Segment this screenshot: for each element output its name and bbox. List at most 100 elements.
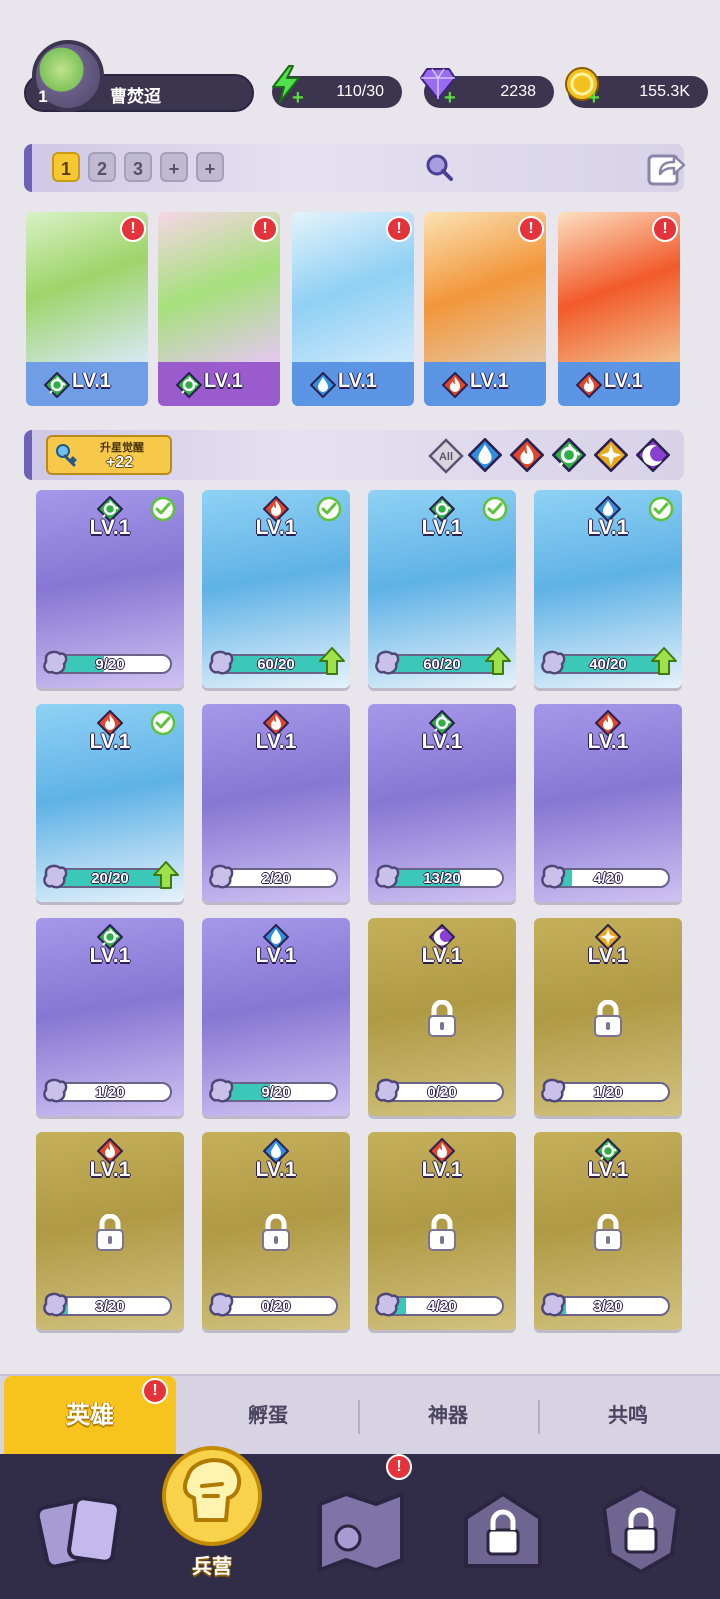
hero-card[interactable]: LV.1 20/20 xyxy=(36,704,184,902)
team-slot-add-2[interactable]: + xyxy=(196,152,224,182)
hero-alert-badge: ! xyxy=(518,216,544,242)
hero-level: LV.1 xyxy=(587,1158,629,1181)
nav-barracks[interactable]: 兵营 xyxy=(152,1434,272,1584)
lock-icon xyxy=(592,999,624,1038)
team-slot-3[interactable]: 3 xyxy=(124,152,152,182)
add-coin-icon[interactable]: + xyxy=(588,88,600,108)
filter-all-label: All xyxy=(439,451,453,463)
hero-card[interactable]: LV.1 9/20 xyxy=(202,918,350,1116)
filter-water-button[interactable] xyxy=(467,437,504,476)
checkmark-icon xyxy=(150,496,176,522)
shard-icon xyxy=(372,1290,402,1320)
hero-card[interactable]: LV.1 4/20 xyxy=(368,1132,516,1330)
filter-fire-button[interactable] xyxy=(509,437,546,476)
lock-icon xyxy=(260,1213,292,1252)
nav-locked-building[interactable] xyxy=(448,1474,558,1584)
add-energy-icon[interactable]: + xyxy=(292,88,304,108)
coin-counter[interactable]: + 155.3K xyxy=(565,67,708,108)
tab-resonance[interactable]: 共鸣 xyxy=(542,1376,714,1456)
hero-card[interactable]: LV.1 4/20 xyxy=(534,704,682,902)
checkmark-icon xyxy=(150,710,176,736)
hero-card[interactable]: LV.1 60/20 xyxy=(368,490,516,688)
shard-icon xyxy=(206,648,236,678)
team-hero-card[interactable]: LV.1 ! xyxy=(158,212,280,406)
search-icon[interactable] xyxy=(424,152,454,182)
team-hero-card[interactable]: LV.1 ! xyxy=(424,212,546,406)
shard-icon xyxy=(372,1076,402,1106)
hero-card[interactable]: LV.1 40/20 xyxy=(534,490,682,688)
team-hero-card[interactable]: LV.1 ! xyxy=(558,212,680,406)
locked-building-icon xyxy=(464,1492,542,1568)
team-slot-add-1[interactable]: + xyxy=(160,152,188,182)
nav-cards[interactable] xyxy=(28,1474,138,1584)
hero-card[interactable]: LV.1 9/20 xyxy=(36,490,184,688)
hero-level: LV.1 xyxy=(89,1158,131,1181)
fire-element-icon xyxy=(509,437,545,476)
hero-card[interactable]: LV.1 2/20 xyxy=(202,704,350,902)
hero-card[interactable]: LV.1 0/20 xyxy=(368,918,516,1116)
hero-level: LV.1 xyxy=(204,370,243,392)
hero-alert-badge: ! xyxy=(252,216,278,242)
shard-icon xyxy=(206,862,236,892)
hero-level: LV.1 xyxy=(255,730,297,753)
upgrade-arrow-icon xyxy=(152,860,180,890)
coin-value: 155.3K xyxy=(639,83,690,100)
hero-card[interactable]: LV.1 60/20 xyxy=(202,490,350,688)
hero-card[interactable]: LV.1 3/20 xyxy=(534,1132,682,1330)
gem-value: 2238 xyxy=(500,83,536,100)
fire-element-icon xyxy=(441,371,469,399)
share-icon[interactable] xyxy=(646,148,686,188)
hero-level: LV.1 xyxy=(421,730,463,753)
hero-card[interactable]: LV.1 0/20 xyxy=(202,1132,350,1330)
hero-level: LV.1 xyxy=(255,944,297,967)
top-bar: 1 曹焚迢 + 110/30 + 2238 + 155.3K xyxy=(0,0,720,130)
fire-element-icon xyxy=(575,371,603,399)
shard-icon xyxy=(40,1290,70,1320)
filter-all-button[interactable]: All xyxy=(428,438,464,474)
filter-nature-button[interactable] xyxy=(551,437,588,476)
team-slot-1[interactable]: 1 xyxy=(52,152,80,182)
hero-alert-badge: ! xyxy=(120,216,146,242)
hero-level: LV.1 xyxy=(89,944,131,967)
hero-alert-badge: ! xyxy=(652,216,678,242)
player-name: 曹焚迢 xyxy=(110,87,161,106)
player-profile[interactable]: 1 曹焚迢 xyxy=(24,40,254,114)
hero-card[interactable]: LV.1 1/20 xyxy=(36,918,184,1116)
nav-map[interactable]: ! xyxy=(306,1454,416,1584)
tab-heroes-alert-badge: ! xyxy=(142,1378,168,1404)
hero-card[interactable]: LV.1 1/20 xyxy=(534,918,682,1116)
player-level: 1 xyxy=(38,87,48,106)
nature-element-icon xyxy=(551,437,587,476)
add-gem-icon[interactable]: + xyxy=(444,88,456,108)
team-hero-card[interactable]: LV.1 ! xyxy=(292,212,414,406)
star-awaken-count: +22 xyxy=(106,454,134,471)
upgrade-arrow-icon xyxy=(318,646,346,676)
shard-icon xyxy=(372,648,402,678)
checkmark-icon xyxy=(648,496,674,522)
filter-bar: 升星觉醒 +22 All xyxy=(24,430,684,480)
filter-dark-button[interactable] xyxy=(635,437,672,474)
hero-level: LV.1 xyxy=(338,370,377,392)
tab-artifacts[interactable]: 神器 xyxy=(362,1376,534,1456)
key-icon xyxy=(54,443,78,469)
hero-card[interactable]: LV.1 13/20 xyxy=(368,704,516,902)
hero-level: LV.1 xyxy=(587,730,629,753)
checkmark-icon xyxy=(482,496,508,522)
gem-counter[interactable]: + 2238 xyxy=(420,68,554,108)
bottom-nav: 兵营 ! xyxy=(0,1446,720,1599)
energy-value: 110/30 xyxy=(336,83,384,100)
upgrade-arrow-icon xyxy=(484,646,512,676)
star-awaken-button[interactable]: 升星觉醒 +22 xyxy=(46,435,172,475)
shard-icon xyxy=(538,1290,568,1320)
locked-crest-icon xyxy=(602,1486,680,1574)
upgrade-arrow-icon xyxy=(650,646,678,676)
nav-locked-crest[interactable] xyxy=(586,1474,696,1584)
shard-icon xyxy=(538,862,568,892)
energy-counter[interactable]: + 110/30 xyxy=(272,65,402,108)
hero-card[interactable]: LV.1 3/20 xyxy=(36,1132,184,1330)
hero-level: LV.1 xyxy=(470,370,509,392)
team-slot-2[interactable]: 2 xyxy=(88,152,116,182)
filter-light-button[interactable] xyxy=(593,437,630,474)
team-hero-card[interactable]: LV.1 ! xyxy=(26,212,148,406)
water-element-icon xyxy=(467,437,503,476)
